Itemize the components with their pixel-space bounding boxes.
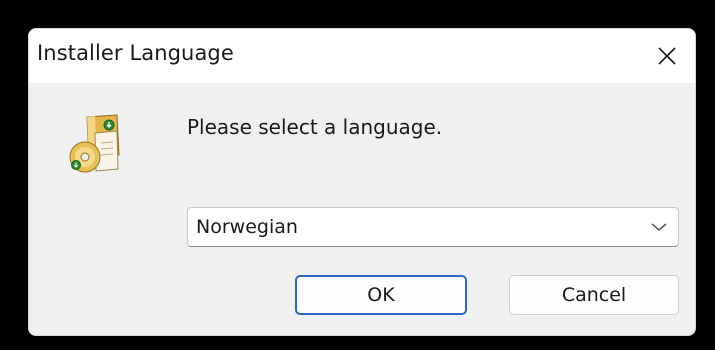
- installer-language-dialog: Installer Language Please select a langu…: [28, 28, 696, 336]
- chevron-down-icon: [651, 223, 667, 231]
- close-button[interactable]: [639, 29, 695, 83]
- language-select-value: Norwegian: [196, 216, 298, 238]
- cancel-button[interactable]: Cancel: [509, 275, 679, 315]
- ok-button[interactable]: OK: [295, 275, 467, 315]
- installer-icon: [65, 113, 129, 177]
- title-bar: Installer Language: [29, 29, 695, 83]
- close-icon: [658, 47, 676, 65]
- window-title: Installer Language: [37, 41, 234, 65]
- language-select[interactable]: Norwegian: [187, 207, 679, 247]
- select-language-prompt: Please select a language.: [187, 115, 443, 139]
